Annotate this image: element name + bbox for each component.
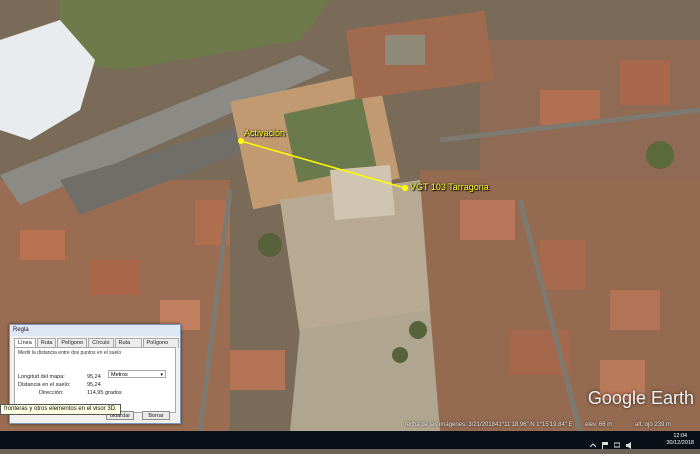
unit-select-value: Metros — [111, 372, 128, 378]
taskbar: 12:04 30/12/2018 — [0, 431, 700, 449]
flag-icon[interactable] — [602, 436, 608, 449]
ruler-title[interactable]: Regla — [10, 325, 180, 336]
heading-label: Dirección: — [39, 390, 64, 396]
placemark-label-end: VGT 103 Tarragona — [410, 182, 489, 192]
clear-button[interactable]: Borrar — [142, 411, 170, 420]
imagery-date: fecha de las imágenes: 3/21/2018 — [405, 422, 496, 428]
clock-time: 12:04 — [673, 433, 688, 439]
taskbar-clock[interactable]: 12:04 30/12/2018 — [666, 433, 694, 447]
placemark-label-start: Activación — [244, 128, 286, 138]
ground-length-label: Distancia en el suelo: — [18, 382, 71, 388]
google-earth-watermark: Google Earth — [587, 388, 694, 408]
clock-date: 30/12/2018 — [666, 440, 694, 446]
elevation: elev. 66 m — [585, 422, 613, 428]
map-length-label: Longitud del mapa: — [18, 374, 65, 380]
end-marker[interactable] — [402, 185, 408, 191]
heading-value: 114,95 grados — [87, 390, 122, 396]
chevron-up-icon[interactable] — [589, 436, 597, 448]
volume-icon[interactable] — [626, 436, 632, 449]
start-marker[interactable] — [238, 138, 244, 144]
network-icon[interactable] — [613, 436, 621, 448]
coordinates: 41°11'18.96" N 1°15'19.84" E — [495, 422, 573, 428]
map-length-value: 95,24 — [87, 374, 101, 380]
chevron-down-icon: ▾ — [160, 372, 163, 378]
eye-altitude: alt. ojo 239 m — [635, 422, 672, 428]
ground-length-value: 95,24 — [87, 382, 101, 388]
unit-select[interactable]: Metros ▾ — [108, 370, 166, 378]
ruler-description: Medir la distancia entre dos puntos en e… — [18, 350, 122, 356]
tooltip: fronteras y otros elementos en el visor … — [0, 404, 121, 415]
